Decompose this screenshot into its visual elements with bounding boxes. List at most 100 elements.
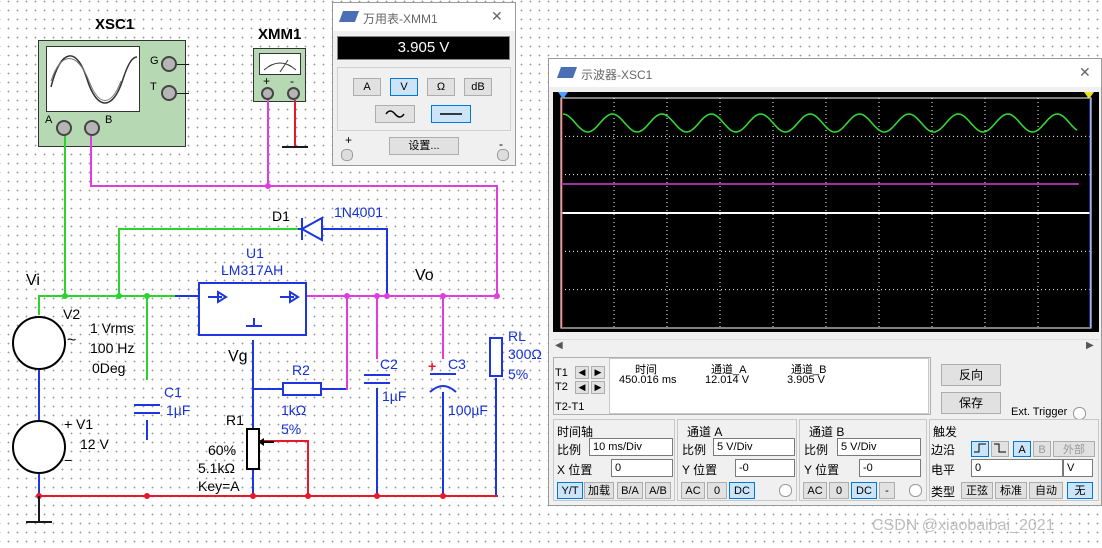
auto-trigger-button[interactable]: 自动 bbox=[1029, 482, 1063, 499]
xsc1-terminal-b[interactable] bbox=[84, 120, 100, 136]
scroll-right-icon[interactable]: ▶ bbox=[1086, 340, 1094, 351]
vo-node-label: Vo bbox=[415, 267, 434, 284]
diode-symbol-icon[interactable] bbox=[298, 216, 328, 242]
trigger-level-unit[interactable]: V bbox=[1063, 459, 1093, 477]
scope-display[interactable] bbox=[553, 92, 1099, 332]
x-position-label: X 位置 bbox=[557, 463, 593, 477]
meter-face-icon bbox=[259, 53, 301, 75]
channel-a-ypos-input[interactable]: -0 bbox=[735, 459, 795, 477]
junction-dot bbox=[116, 293, 122, 299]
ammeter-button[interactable]: A bbox=[353, 78, 381, 96]
positive-terminal[interactable] bbox=[341, 149, 353, 161]
type-label: 类型 bbox=[931, 485, 956, 499]
ohmmeter-button[interactable]: Ω bbox=[427, 78, 455, 96]
junction-dot bbox=[440, 293, 446, 299]
trigger-source-b-button[interactable]: B bbox=[1033, 441, 1051, 457]
ba-mode-button[interactable]: B/A bbox=[617, 482, 643, 499]
sine-wave-icon bbox=[50, 55, 138, 104]
channel-a-ground-terminal[interactable] bbox=[779, 484, 792, 497]
channel-a-zero-button[interactable]: 0 bbox=[707, 482, 727, 499]
xsc1-terminal-t[interactable] bbox=[161, 85, 177, 101]
t2-right-arrow-icon[interactable]: ▶ bbox=[591, 381, 605, 394]
multimeter-window: 万用表-XMM1 ✕ 3.905 V A V Ω dB + - 设置... bbox=[332, 2, 516, 166]
r1-key: Key=A bbox=[198, 478, 240, 494]
channel-a-scale-input[interactable]: 5 V/Div bbox=[713, 438, 795, 456]
xsc1-label: XSC1 bbox=[95, 16, 135, 33]
xmm1-minus-label: - bbox=[290, 74, 294, 88]
sine-trigger-button[interactable]: 正弦 bbox=[961, 482, 993, 499]
horizontal-scrollbar[interactable]: ◀ ▶ bbox=[553, 339, 1099, 354]
xsc1-terminal-g[interactable] bbox=[161, 56, 177, 72]
multimeter-titlebar: 万用表-XMM1 ✕ bbox=[333, 3, 515, 31]
xsc1-term-a-label: A bbox=[45, 114, 53, 126]
regulator-symbol[interactable] bbox=[198, 282, 307, 336]
channel-b-ground-terminal[interactable] bbox=[909, 484, 922, 497]
negative-terminal[interactable] bbox=[497, 149, 509, 161]
channel-b-scale-input[interactable]: 5 V/Div bbox=[837, 438, 921, 456]
junction-dot bbox=[494, 293, 500, 299]
rising-edge-button[interactable] bbox=[971, 441, 989, 457]
settings-button[interactable]: 设置... bbox=[389, 137, 459, 155]
junction-dot bbox=[62, 293, 68, 299]
save-button[interactable]: 保存 bbox=[941, 392, 1001, 414]
t1-right-arrow-icon[interactable]: ▶ bbox=[591, 366, 605, 379]
x-position-input[interactable]: 0 bbox=[611, 459, 673, 477]
r2-tolerance: 5% bbox=[281, 421, 302, 437]
xmm1-terminal-plus[interactable] bbox=[261, 87, 274, 100]
channel-b-invert-button[interactable]: - bbox=[879, 482, 895, 499]
trigger-level-input[interactable]: 0 bbox=[971, 459, 1063, 477]
multimeter-controls bbox=[337, 67, 511, 131]
reverse-button[interactable]: 反向 bbox=[941, 364, 1001, 386]
rl-ref: RL bbox=[508, 328, 526, 344]
channel-b-zero-button[interactable]: 0 bbox=[829, 482, 849, 499]
t1-left-arrow-icon[interactable]: ◀ bbox=[575, 366, 589, 379]
scroll-left-icon[interactable]: ◀ bbox=[555, 340, 563, 351]
t1-label: T1 bbox=[555, 367, 568, 379]
resistor-symbol-rl[interactable] bbox=[489, 337, 503, 377]
v1-ref: V1 bbox=[76, 416, 94, 432]
xmm1-terminal-minus[interactable] bbox=[287, 87, 300, 100]
xsc1-terminal-a[interactable] bbox=[56, 120, 72, 136]
t2-left-arrow-icon[interactable]: ◀ bbox=[575, 381, 589, 394]
trigger-source-ext-button[interactable]: 外部 bbox=[1053, 441, 1095, 457]
channel-b-ac-button[interactable]: AC bbox=[803, 482, 827, 499]
add-mode-button[interactable]: 加载 bbox=[584, 482, 614, 499]
resistor-symbol-r2[interactable] bbox=[282, 382, 322, 396]
d1-ref: D1 bbox=[272, 208, 290, 224]
v2-ref: V2 bbox=[63, 306, 81, 322]
no-trigger-button[interactable]: 无 bbox=[1067, 482, 1093, 499]
db-button[interactable]: dB bbox=[464, 78, 492, 96]
channel-a-scale-label: 比例 bbox=[682, 443, 707, 457]
wiper-arrow-icon bbox=[258, 438, 274, 446]
positive-terminal-label: + bbox=[345, 133, 353, 147]
dc-mode-button[interactable] bbox=[431, 105, 471, 123]
normal-trigger-button[interactable]: 标准 bbox=[995, 482, 1027, 499]
voltmeter-button[interactable]: V bbox=[390, 78, 418, 96]
channel-a-value: 12.014 V bbox=[705, 374, 750, 386]
junction-dot bbox=[344, 293, 350, 299]
yt-mode-button[interactable]: Y/T bbox=[557, 482, 583, 499]
ac-mode-button[interactable] bbox=[375, 105, 415, 123]
timebase-scale-input[interactable]: 10 ms/Div bbox=[589, 438, 673, 456]
junction-dot bbox=[374, 493, 380, 499]
c3-plus: + bbox=[428, 358, 437, 374]
ab-mode-button[interactable]: A/B bbox=[645, 482, 671, 499]
close-icon[interactable]: ✕ bbox=[491, 8, 503, 25]
multimeter-reading: 3.905 V bbox=[397, 39, 450, 56]
capacitor-symbol-c1[interactable] bbox=[135, 400, 159, 418]
channel-a-dc-button[interactable]: DC bbox=[729, 482, 755, 499]
multimeter-title: 万用表-XMM1 bbox=[363, 12, 438, 26]
falling-edge-button[interactable] bbox=[991, 441, 1009, 457]
close-icon[interactable]: ✕ bbox=[1079, 64, 1091, 81]
channel-b-dc-button[interactable]: DC bbox=[851, 482, 877, 499]
ac-source-symbol[interactable] bbox=[12, 316, 66, 370]
c2-value: 1µF bbox=[382, 388, 407, 404]
xmm1-plus-label: + bbox=[263, 74, 271, 88]
channel-a-ac-button[interactable]: AC bbox=[681, 482, 705, 499]
capacitor-symbol-c2[interactable] bbox=[364, 370, 390, 388]
oscilloscope-titlebar: 示波器-XSC1 ✕ bbox=[549, 59, 1101, 87]
channel-b-ypos-input[interactable]: -0 bbox=[859, 459, 921, 477]
dc-source-symbol[interactable] bbox=[12, 420, 66, 474]
trigger-source-a-button[interactable]: A bbox=[1013, 441, 1031, 457]
multimeter-display: 3.905 V bbox=[337, 36, 510, 60]
